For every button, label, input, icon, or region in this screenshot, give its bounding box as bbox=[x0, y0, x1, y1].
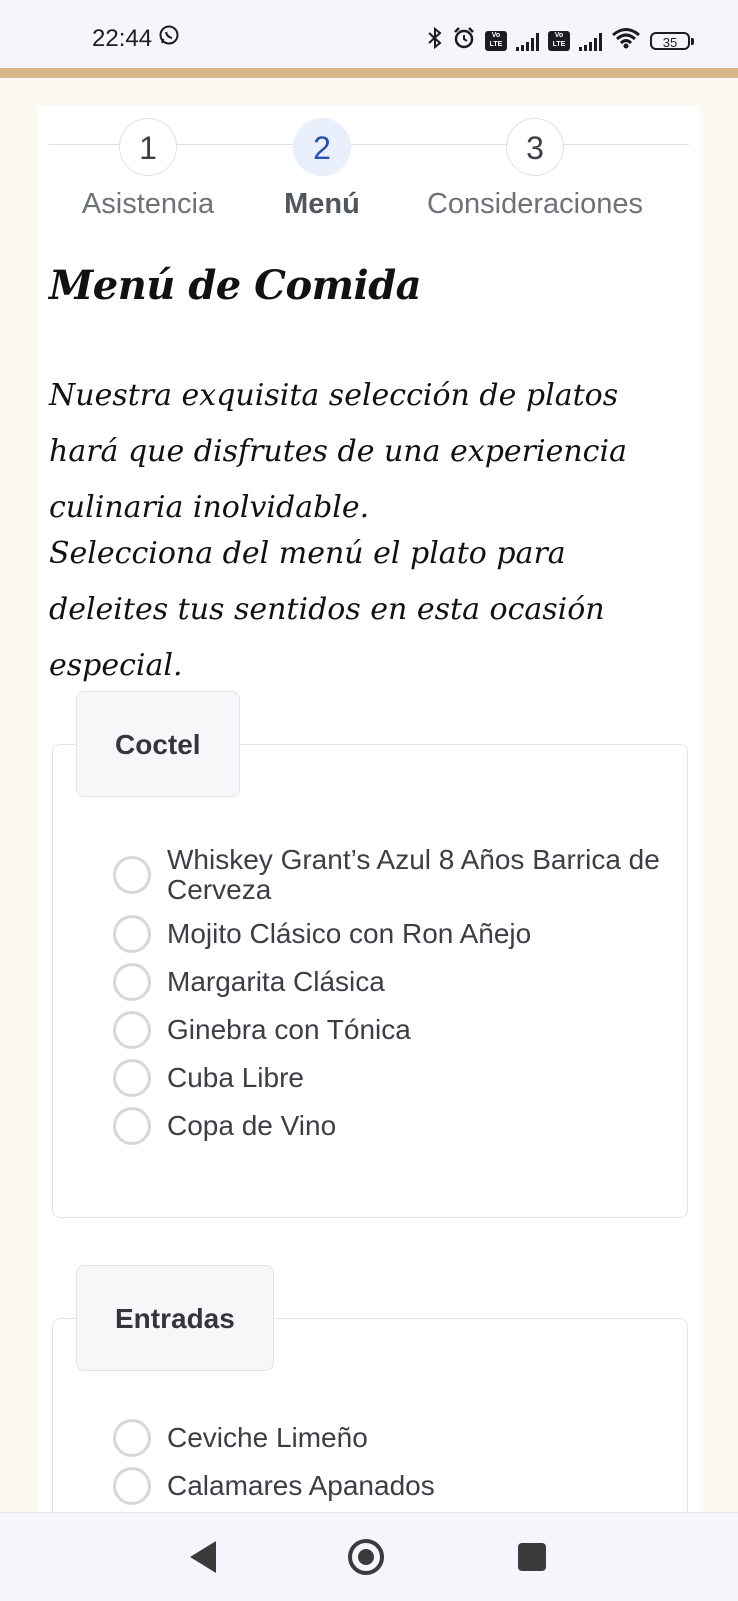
radio-button[interactable] bbox=[113, 963, 151, 1001]
option-label: Margarita Clásica bbox=[167, 966, 385, 997]
status-time: 22:44 bbox=[92, 24, 153, 52]
option-item[interactable]: Ginebra con Tónica bbox=[113, 1011, 667, 1049]
options-list: Ceviche Limeño Calamares Apanados bbox=[113, 1419, 667, 1515]
option-label: Cuba Libre bbox=[167, 1062, 304, 1093]
radio-button[interactable] bbox=[113, 915, 151, 953]
radio-button[interactable] bbox=[113, 1011, 151, 1049]
radio-button[interactable] bbox=[113, 1467, 151, 1505]
system-nav-bar bbox=[0, 1512, 738, 1601]
volte-icon: Vo LTE bbox=[485, 30, 507, 51]
option-item[interactable]: Cuba Libre bbox=[113, 1059, 667, 1097]
option-item[interactable]: Copa de Vino bbox=[113, 1107, 667, 1145]
step-label: Consideraciones bbox=[426, 188, 643, 220]
intro-text: Nuestra exquisita selección de platos ha… bbox=[49, 378, 627, 525]
option-item[interactable]: Whiskey Grant’s Azul 8 Años Barrica de C… bbox=[113, 845, 667, 905]
status-icons: Vo LTE Vo LTE 35 bbox=[427, 26, 694, 55]
status-bar: 22:44 Vo LTE Vo LTE 35 bbox=[0, 0, 738, 68]
step-consideraciones[interactable]: 3 Consideraciones bbox=[405, 118, 665, 221]
options-list: Whiskey Grant’s Azul 8 Años Barrica de C… bbox=[113, 845, 667, 1155]
form-card: 1 Asistencia 2 Menú 3 Consideraciones Me… bbox=[37, 106, 701, 1560]
option-item[interactable]: Ceviche Limeño bbox=[113, 1419, 667, 1457]
recent-apps-icon[interactable] bbox=[518, 1543, 546, 1571]
radio-button[interactable] bbox=[113, 856, 151, 894]
signal-icon bbox=[516, 31, 539, 51]
status-time-group: 22:44 bbox=[92, 24, 180, 53]
option-label: Copa de Vino bbox=[167, 1110, 337, 1141]
step-number: 3 bbox=[506, 118, 564, 176]
option-item[interactable]: Mojito Clásico con Ron Añejo bbox=[113, 915, 667, 953]
home-icon[interactable] bbox=[348, 1539, 384, 1575]
signal-icon bbox=[579, 31, 602, 51]
battery-icon: 35 bbox=[650, 31, 694, 50]
option-label: Mojito Clásico con Ron Añejo bbox=[167, 918, 532, 949]
option-item[interactable]: Margarita Clásica bbox=[113, 963, 667, 1001]
option-label: Ceviche Limeño bbox=[167, 1422, 368, 1453]
bluetooth-icon bbox=[427, 26, 443, 55]
page-title: Menú de Comida bbox=[49, 262, 422, 309]
group-legend: Coctel bbox=[76, 691, 240, 797]
header-accent-line bbox=[0, 68, 738, 78]
option-label: Calamares Apanados bbox=[167, 1470, 435, 1501]
back-icon[interactable] bbox=[190, 1541, 216, 1573]
radio-button[interactable] bbox=[113, 1059, 151, 1097]
step-number: 2 bbox=[293, 118, 351, 176]
whatsapp-icon bbox=[158, 24, 180, 53]
option-item[interactable]: Calamares Apanados bbox=[113, 1467, 667, 1505]
radio-button[interactable] bbox=[113, 1419, 151, 1457]
step-number: 1 bbox=[119, 118, 177, 176]
option-label: Ginebra con Tónica bbox=[167, 1014, 411, 1045]
option-label: Whiskey Grant’s Azul 8 Años Barrica de C… bbox=[167, 844, 660, 905]
radio-button[interactable] bbox=[113, 1107, 151, 1145]
group-coctel: Coctel Whiskey Grant’s Azul 8 Años Barri… bbox=[52, 691, 688, 1218]
wifi-icon bbox=[611, 27, 641, 54]
volte-icon: Vo LTE bbox=[548, 30, 570, 51]
instruction-text: Selecciona del menú el plato para deleit… bbox=[49, 536, 605, 683]
alarm-icon bbox=[452, 26, 476, 55]
group-legend: Entradas bbox=[76, 1265, 274, 1371]
